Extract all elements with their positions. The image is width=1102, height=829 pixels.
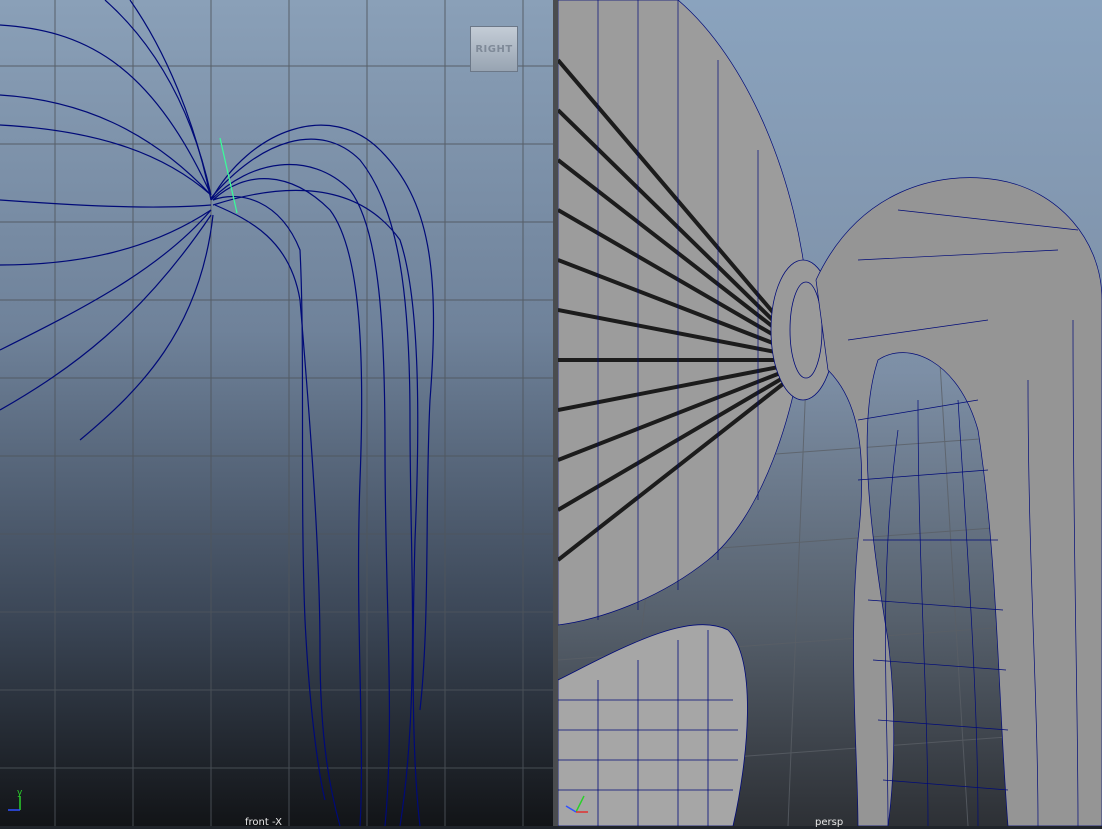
view-cube[interactable]: RIGHT <box>470 26 518 72</box>
front-viewport[interactable]: y RIGHT <box>0 0 553 826</box>
persp-camera-label: persp <box>815 817 843 829</box>
ponytail-mesh <box>816 178 1102 826</box>
front-camera-label: front -X <box>245 817 282 829</box>
axis-gizmo-icon: y <box>8 788 23 810</box>
front-viewport-canvas: y <box>0 0 553 826</box>
nurbs-curves <box>0 0 433 826</box>
ortho-grid <box>0 0 553 826</box>
svg-text:y: y <box>17 788 23 798</box>
perspective-viewport[interactable] <box>558 0 1102 826</box>
back-mesh <box>558 625 747 826</box>
view-cube-label: RIGHT <box>475 44 512 55</box>
perspective-viewport-canvas <box>558 0 1102 826</box>
hair-fan-mesh <box>558 0 808 625</box>
